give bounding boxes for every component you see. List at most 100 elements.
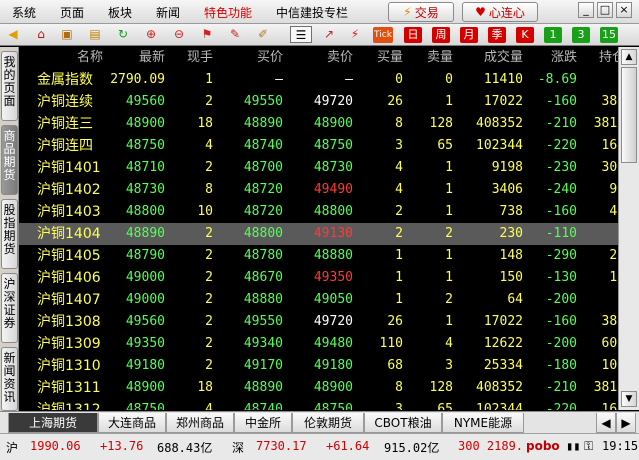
left-tab-index-futures[interactable]: 股指期货	[1, 199, 18, 269]
book-icon[interactable]: ▤	[86, 26, 104, 43]
menu-citic-column[interactable]: 中信建投专栏	[276, 4, 348, 21]
flag-icon[interactable]: ⚑	[198, 26, 216, 43]
menu-news[interactable]: 新闻	[156, 4, 180, 21]
brush-icon[interactable]: ✐	[254, 26, 272, 43]
tab-scroll-right-button[interactable]: ▶	[616, 413, 636, 433]
cell-total: 738	[499, 204, 523, 219]
period-month[interactable]: 月	[460, 27, 478, 43]
cell-oi	[577, 69, 618, 91]
table-row[interactable]: 沪铜1403 48800 10 48720 48800 2 1 738 -160 48	[19, 201, 618, 223]
table-row[interactable]: 沪铜1407 49000 2 48880 49050 1 2 64 -200	[19, 289, 618, 311]
tab-london-futures[interactable]: 伦敦期货	[292, 413, 364, 433]
period-quarter[interactable]: 季	[488, 27, 506, 43]
header-bid-qty[interactable]: 买量	[353, 47, 403, 69]
minimize-button[interactable]: _	[578, 2, 594, 18]
tab-cbot-grain[interactable]: CBOT粮油	[364, 413, 442, 433]
toolbar: ◀ ⌂ ▣ ▤ ↻ ⊕ ⊖ ⚑ ✎ ✐ ☰ ↗ ⚡ Tick 日 周 月 季 K…	[0, 24, 639, 46]
table-row[interactable]: 沪铜1404 48890 2 48800 49130 2 2 230 -110	[19, 223, 618, 245]
header-bid[interactable]: 买价	[213, 47, 283, 69]
table-row[interactable]: 沪铜连三 48900 18 48890 48900 8 128 408352 -210 3810	[19, 113, 618, 135]
table-row[interactable]: 沪铜1311 48900 18 48890 48900 8 128 408352 -210 381…	[19, 377, 618, 399]
sz-label: 深	[232, 441, 245, 455]
table-row[interactable]: 金属指数 2790.09 1 — — 0 0 11410 -8.69	[19, 69, 618, 91]
left-tab-my-pages[interactable]: 我的页面	[1, 51, 18, 121]
zoom-out-icon[interactable]: ⊖	[170, 26, 188, 43]
cell-ask: 49720	[313, 314, 353, 329]
scroll-thumb[interactable]	[621, 67, 637, 163]
left-tab-news[interactable]: 新闻资讯	[1, 347, 18, 411]
quote-grid: 名称最新现手买价卖价买量卖量成交量涨跌持仓 金属指数2790.091——0011…	[19, 47, 618, 410]
table-row[interactable]: 沪铜1309 49350 2 49340 49480 110 4 12622 -200 605	[19, 333, 618, 355]
header-change[interactable]: 涨跌	[523, 47, 577, 69]
left-tab-securities[interactable]: 沪深证券	[1, 273, 18, 343]
status-bar: 沪 1990.06 +13.76 688.43亿 深 7730.17 +61.6…	[0, 433, 639, 460]
list-view-icon[interactable]: ☰	[290, 26, 312, 43]
tab-zhengzhou-commodity[interactable]: 郑州商品	[166, 413, 234, 433]
cell-chg: -210	[545, 380, 577, 395]
cell-bidq: 110	[379, 336, 403, 351]
header-volume[interactable]: 现手	[165, 47, 213, 69]
table-row[interactable]: 沪铜1406 49000 2 48670 49350 1 1 150 -130 12	[19, 267, 618, 289]
period-k[interactable]: K	[516, 27, 534, 43]
header-total-volume[interactable]: 成交量	[453, 47, 523, 69]
brand-logo: pobo	[526, 439, 560, 453]
tab-scroll-left-button[interactable]: ◀	[596, 413, 616, 433]
tab-dalian-commodity[interactable]: 大连商品	[98, 413, 166, 433]
cell-askq: 2	[445, 226, 453, 241]
cell-oi: 48	[609, 204, 618, 219]
pen-icon[interactable]: ✎	[226, 26, 244, 43]
cell-bidq: 2	[395, 226, 403, 241]
tab-cffex[interactable]: 中金所	[234, 413, 292, 433]
back-arrow-icon[interactable]: ◀	[4, 26, 22, 43]
refresh-icon[interactable]: ↻	[114, 26, 132, 43]
period-week[interactable]: 周	[432, 27, 450, 43]
scroll-down-button[interactable]: ▼	[621, 391, 637, 407]
table-row[interactable]: 沪铜1312 48750 4 48740 48750 3 65 102344 -220 161	[19, 399, 618, 410]
left-tab-commodity-futures[interactable]: 商品期货	[1, 125, 18, 195]
connect-button[interactable]: ♥ 心连心	[462, 2, 538, 22]
home-icon[interactable]: ⌂	[32, 26, 50, 43]
table-row[interactable]: 沪铜1402 48730 8 48720 49490 4 1 3406 -240 97	[19, 179, 618, 201]
cell-oi	[577, 289, 618, 311]
cell-ask: 49480	[313, 336, 353, 351]
header-name[interactable]: 名称	[37, 47, 103, 69]
period-15min[interactable]: 15	[600, 27, 618, 43]
cell-ask: 49180	[313, 358, 353, 373]
period-1min[interactable]: 1	[544, 27, 562, 43]
tick-chart-icon[interactable]: Tick	[373, 27, 393, 43]
briefcase-icon[interactable]: ▣	[58, 26, 76, 43]
menu-system[interactable]: 系统	[12, 4, 36, 21]
table-row[interactable]: 沪铜连四 48750 4 48740 48750 3 65 102344 -220 161	[19, 135, 618, 157]
minute-chart-icon[interactable]: ⚡	[346, 26, 364, 43]
header-last[interactable]: 最新	[103, 47, 165, 69]
cell-total: 3406	[491, 182, 523, 197]
header-ask[interactable]: 卖价	[283, 47, 353, 69]
tab-nymex-energy[interactable]: NYME能源	[442, 413, 524, 433]
cell-bidq: 0	[395, 72, 403, 87]
header-ask-qty[interactable]: 卖量	[403, 47, 453, 69]
table-row[interactable]: 沪铜1308 49560 2 49550 49720 26 1 17022 -160 381	[19, 311, 618, 333]
cell-chg: -160	[545, 314, 577, 329]
cell-last: 48900	[125, 380, 165, 395]
zoom-in-icon[interactable]: ⊕	[142, 26, 160, 43]
menu-special-features[interactable]: 特色功能	[204, 4, 252, 21]
vertical-scrollbar[interactable]: ▲ ▼	[618, 47, 639, 410]
chart-icon[interactable]: ↗	[320, 26, 338, 43]
period-day[interactable]: 日	[404, 27, 422, 43]
menu-page[interactable]: 页面	[60, 4, 84, 21]
header-open-interest[interactable]: 持仓	[577, 47, 618, 69]
period-3min[interactable]: 3	[572, 27, 590, 43]
maximize-button[interactable]: □	[597, 2, 613, 18]
cell-total: 12622	[483, 336, 523, 351]
close-button[interactable]: ×	[616, 2, 632, 18]
table-row[interactable]: 沪铜连续 49560 2 49550 49720 26 1 17022 -160 381	[19, 91, 618, 113]
menu-sector[interactable]: 板块	[108, 4, 132, 21]
table-row[interactable]: 沪铜1405 48790 2 48780 48880 1 1 148 -290 21	[19, 245, 618, 267]
table-row[interactable]: 沪铜1310 49180 2 49170 49180 68 3 25334 -180 105	[19, 355, 618, 377]
cell-bidq: 8	[395, 116, 403, 131]
tab-shanghai-futures[interactable]: 上海期货	[8, 413, 98, 433]
scroll-up-button[interactable]: ▲	[621, 49, 637, 65]
trade-button[interactable]: ⚡ 交易	[388, 2, 454, 22]
cell-chg: -110	[545, 226, 577, 241]
table-row[interactable]: 沪铜1401 48710 2 48700 48730 4 1 9198 -230 305	[19, 157, 618, 179]
